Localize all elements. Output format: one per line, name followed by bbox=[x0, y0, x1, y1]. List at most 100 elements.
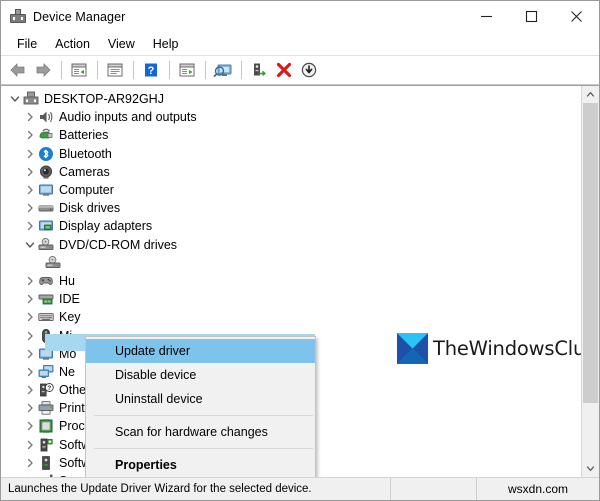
menu-item-view[interactable]: View bbox=[99, 34, 144, 54]
chevron-right-icon[interactable] bbox=[22, 273, 38, 289]
chevron-right-icon[interactable] bbox=[22, 200, 38, 216]
chevron-right-icon[interactable] bbox=[22, 309, 38, 325]
toolbar: ? bbox=[1, 56, 599, 85]
chevron-right-icon[interactable] bbox=[22, 291, 38, 307]
thewindowsclub-logo bbox=[397, 333, 428, 364]
vertical-scrollbar[interactable] bbox=[581, 86, 599, 477]
tree-item-computer[interactable]: Computer bbox=[1, 181, 581, 199]
status-message: Launches the Update Driver Wizard for th… bbox=[1, 478, 391, 500]
device-tree-panel: DESKTOP-AR92GHJ Audio inputs and outputs bbox=[1, 85, 599, 477]
context-menu-item-scan-for-hardware-changes[interactable]: Scan for hardware changes bbox=[86, 420, 315, 444]
tree-item-disk-drives[interactable]: Disk drives bbox=[1, 199, 581, 217]
toolbar-separator bbox=[97, 61, 98, 79]
chevron-right-icon[interactable] bbox=[22, 382, 38, 398]
watermark-text: TheWindowsClub bbox=[433, 337, 581, 360]
context-menu-item-update-driver[interactable]: Update driver bbox=[86, 339, 315, 363]
dvd-drive-icon bbox=[38, 237, 54, 253]
device-tree[interactable]: DESKTOP-AR92GHJ Audio inputs and outputs bbox=[1, 86, 581, 477]
chevron-right-icon[interactable] bbox=[22, 364, 38, 380]
properties-icon[interactable] bbox=[103, 58, 127, 82]
bluetooth-icon bbox=[38, 146, 54, 162]
tree-item-dvd-device-selected[interactable] bbox=[1, 254, 581, 272]
menu-item-action[interactable]: Action bbox=[46, 34, 99, 54]
tree-item-cameras[interactable]: Cameras bbox=[1, 163, 581, 181]
maximize-icon[interactable] bbox=[509, 1, 554, 32]
processor-icon bbox=[38, 418, 54, 434]
close-icon[interactable] bbox=[554, 1, 599, 32]
software-component-icon bbox=[38, 437, 54, 453]
tree-item-bluetooth[interactable]: Bluetooth bbox=[1, 145, 581, 163]
chevron-right-icon[interactable] bbox=[22, 346, 38, 362]
chevron-right-icon[interactable] bbox=[22, 328, 38, 344]
chevron-right-icon[interactable] bbox=[22, 400, 38, 416]
tree-item-label: Display adapters bbox=[59, 219, 153, 234]
chevron-right-icon[interactable] bbox=[22, 437, 38, 453]
menu-bar: File Action View Help bbox=[1, 32, 599, 56]
status-pane-empty bbox=[391, 478, 477, 500]
menu-item-help[interactable]: Help bbox=[144, 34, 188, 54]
scan-for-hardware-changes-icon[interactable] bbox=[211, 58, 235, 82]
context-menu-item-disable-device[interactable]: Disable device bbox=[86, 363, 315, 387]
tree-item-label: Batteries bbox=[59, 128, 109, 143]
device-manager-icon bbox=[10, 8, 26, 25]
tree-item-dvd-cd-rom-drives[interactable]: DVD/CD-ROM drives bbox=[1, 236, 581, 254]
help-icon[interactable]: ? bbox=[139, 58, 163, 82]
keyboard-icon bbox=[38, 309, 54, 325]
scroll-up-arrow-icon[interactable] bbox=[582, 86, 599, 103]
monitor-icon bbox=[38, 182, 54, 198]
chevron-right-icon[interactable] bbox=[22, 164, 38, 180]
tree-item-root[interactable]: DESKTOP-AR92GHJ bbox=[1, 90, 581, 108]
update-driver-icon[interactable] bbox=[247, 58, 271, 82]
tree-item-batteries[interactable]: Batteries bbox=[1, 126, 581, 144]
printer-icon bbox=[38, 400, 54, 416]
toolbar-separator bbox=[61, 61, 62, 79]
show-hide-action-pane-icon[interactable] bbox=[175, 58, 199, 82]
chevron-right-icon[interactable] bbox=[22, 418, 38, 434]
speaker-icon bbox=[38, 109, 54, 125]
back-icon[interactable] bbox=[6, 58, 30, 82]
window-controls bbox=[464, 1, 599, 32]
other-device-icon: ? bbox=[38, 382, 54, 398]
forward-icon[interactable] bbox=[31, 58, 55, 82]
chevron-right-icon[interactable] bbox=[22, 182, 38, 198]
show-hide-console-tree-icon[interactable] bbox=[67, 58, 91, 82]
chevron-down-icon[interactable] bbox=[7, 91, 23, 107]
context-menu-separator bbox=[94, 448, 313, 449]
minimize-icon[interactable] bbox=[464, 1, 509, 32]
context-menu-item-uninstall-device[interactable]: Uninstall device bbox=[86, 387, 315, 411]
toolbar-separator bbox=[169, 61, 170, 79]
tree-item-audio-inputs-and-outputs[interactable]: Audio inputs and outputs bbox=[1, 108, 581, 126]
disable-device-icon[interactable] bbox=[297, 58, 321, 82]
dvd-device-icon bbox=[45, 255, 61, 271]
chevron-right-icon[interactable] bbox=[22, 146, 38, 162]
tree-item-label: Cameras bbox=[59, 164, 110, 179]
tree-item-keyboards[interactable]: Key bbox=[1, 308, 581, 326]
chevron-right-icon[interactable] bbox=[22, 473, 38, 477]
chevron-right-icon[interactable] bbox=[22, 127, 38, 143]
tree-item-label: Disk drives bbox=[59, 201, 121, 216]
context-menu-item-properties[interactable]: Properties bbox=[86, 453, 315, 477]
toolbar-separator bbox=[133, 61, 134, 79]
menu-item-file[interactable]: File bbox=[8, 34, 46, 54]
chevron-down-icon[interactable] bbox=[22, 237, 38, 253]
chevron-right-icon[interactable] bbox=[22, 455, 38, 471]
disk-drive-icon bbox=[38, 200, 54, 216]
status-bar: Launches the Update Driver Wizard for th… bbox=[1, 477, 599, 500]
tree-item-ide-controllers[interactable]: IDE bbox=[1, 290, 581, 308]
toolbar-separator bbox=[205, 61, 206, 79]
scrollbar-thumb[interactable] bbox=[583, 103, 598, 403]
chevron-right-icon[interactable] bbox=[22, 218, 38, 234]
chevron-right-icon[interactable] bbox=[22, 109, 38, 125]
toolbar-separator bbox=[241, 61, 242, 79]
uninstall-device-icon[interactable] bbox=[272, 58, 296, 82]
network-adapter-icon bbox=[38, 364, 54, 380]
tree-item-human-interface-devices[interactable]: Hu bbox=[1, 272, 581, 290]
scroll-down-arrow-icon[interactable] bbox=[582, 460, 599, 477]
svg-text:?: ? bbox=[47, 385, 51, 392]
hid-icon bbox=[38, 273, 54, 289]
display-adapter-icon bbox=[38, 218, 54, 234]
tree-item-label: Computer bbox=[59, 183, 114, 198]
ide-controller-icon bbox=[38, 291, 54, 307]
context-menu-separator bbox=[94, 415, 313, 416]
tree-item-display-adapters[interactable]: Display adapters bbox=[1, 217, 581, 235]
